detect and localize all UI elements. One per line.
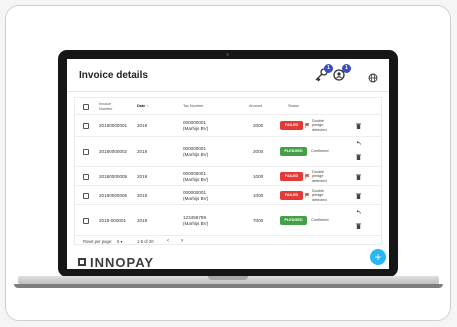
table-row[interactable]: 20180000006 2019 000000001 (Marhijs BV) …: [75, 186, 381, 205]
row-checkbox[interactable]: [83, 123, 89, 129]
column-header-invoice-number[interactable]: Invoice Number: [99, 102, 119, 112]
invoice-date: 2019: [137, 149, 148, 154]
status-note: Confirmed: [311, 149, 329, 153]
brand-name: INNOPAY: [90, 255, 155, 269]
status-badge: FAILED: [280, 121, 303, 130]
trash-icon[interactable]: [356, 174, 361, 180]
invoice-amount: 7000: [253, 218, 264, 223]
globe-icon[interactable]: [368, 70, 378, 88]
laptop-base: [18, 276, 439, 284]
table-pagination: Rows per page: 5 ▾ 1-5 of 20 ‹ ›: [83, 238, 373, 249]
invoice-number: 20180000001: [99, 123, 128, 128]
invoice-table: Invoice Number Date ↑ Tax Number Amount …: [74, 97, 382, 245]
invoice-number: 20180000005: [99, 174, 128, 179]
flag-icon: [305, 174, 310, 179]
column-header-tax-number[interactable]: Tax Number: [183, 104, 203, 109]
tax-company: (Marhijs BV): [183, 176, 209, 182]
page-title: Invoice details: [79, 70, 148, 81]
select-all-checkbox[interactable]: [83, 104, 89, 110]
column-header-amount[interactable]: Amount: [249, 104, 262, 109]
prev-page-button[interactable]: ‹: [167, 238, 169, 244]
status-badge: PLEDGED: [280, 147, 307, 156]
tax-number: 000000001: [183, 171, 206, 176]
undo-icon[interactable]: [355, 141, 361, 145]
trash-icon[interactable]: [356, 123, 361, 129]
brand-logo: INNOPAY: [78, 255, 154, 269]
column-header-date[interactable]: Date ↑: [137, 104, 148, 109]
tax-company: (Marhijs BV): [183, 220, 209, 226]
invoice-amount: 1000: [253, 193, 264, 198]
flag-icon: [305, 193, 310, 198]
tax-company: (Marhijs BV): [183, 151, 209, 157]
laptop-base-shadow: [14, 284, 443, 288]
trash-icon[interactable]: [356, 154, 361, 160]
trash-icon[interactable]: [356, 223, 361, 229]
tax-number: 123456789: [183, 215, 206, 220]
innopay-logo-mark: [78, 258, 86, 266]
table-row[interactable]: 20180000001 2019 000000001 (Marhijs BV) …: [75, 115, 381, 137]
undo-icon[interactable]: [355, 210, 361, 214]
invoice-amount: 2000: [253, 149, 264, 154]
app-header: Invoice details 1 1: [67, 59, 389, 92]
row-checkbox[interactable]: [83, 173, 89, 180]
status-note: Double pledge detected: [312, 118, 327, 132]
trash-icon[interactable]: [356, 193, 361, 199]
invoice-date: 2019: [137, 218, 148, 223]
status-note: Double pledge detected: [312, 188, 327, 202]
row-checkbox[interactable]: [83, 217, 89, 224]
rows-per-page-label: Rows per page:: [83, 239, 113, 244]
key-icon[interactable]: 1: [313, 64, 333, 83]
invoice-amount: 2000: [253, 123, 264, 128]
row-checkbox[interactable]: [83, 192, 89, 199]
status-badge: FAILED: [280, 191, 303, 200]
add-button[interactable]: +: [370, 249, 386, 265]
user-refresh-icon[interactable]: 1: [331, 64, 351, 83]
table-row[interactable]: 20180000002 2019 000000001 (Marhijs BV) …: [75, 137, 381, 167]
laptop-lid: Invoice details 1 1 Invoice Number Date …: [58, 50, 398, 277]
status-note: Confirmed: [311, 218, 329, 222]
laptop-screen: Invoice details 1 1 Invoice Number Date …: [67, 59, 389, 269]
flag-icon: [305, 123, 310, 128]
tax-company: (Marhijs BV): [183, 125, 209, 131]
status-note: Double pledge detected: [312, 169, 327, 183]
rows-per-page-select[interactable]: 5 ▾: [117, 239, 123, 244]
tax-number: 000000001: [183, 190, 206, 195]
invoice-date: 2019: [137, 123, 148, 128]
laptop-notch: [208, 276, 248, 280]
status-badge: PLEDGED: [280, 216, 307, 225]
tax-company: (Marhijs BV): [183, 195, 209, 201]
invoice-number: 2018-000001: [99, 218, 127, 223]
invoice-date: 2019: [137, 174, 148, 179]
table-row[interactable]: 20180000005 2019 000000001 (Marhijs BV) …: [75, 167, 381, 186]
invoice-date: 2019: [137, 193, 148, 198]
invoice-number: 20180000002: [99, 149, 128, 154]
invoice-amount: 1000: [253, 174, 264, 179]
tax-number: 000000001: [183, 146, 206, 151]
table-row[interactable]: 2018-000001 2019 123456789 (Marhijs BV) …: [75, 205, 381, 236]
next-page-button[interactable]: ›: [181, 238, 183, 244]
user-badge: 1: [342, 64, 351, 73]
page-range: 1-5 of 20: [137, 239, 154, 244]
row-checkbox[interactable]: [83, 149, 89, 155]
webcam: [226, 53, 229, 56]
column-header-status[interactable]: Status: [288, 104, 299, 109]
status-badge: FAILED: [280, 172, 303, 181]
table-header-row: Invoice Number Date ↑ Tax Number Amount …: [75, 98, 381, 115]
tax-number: 000000001: [183, 120, 206, 125]
invoice-number: 20180000006: [99, 193, 128, 198]
